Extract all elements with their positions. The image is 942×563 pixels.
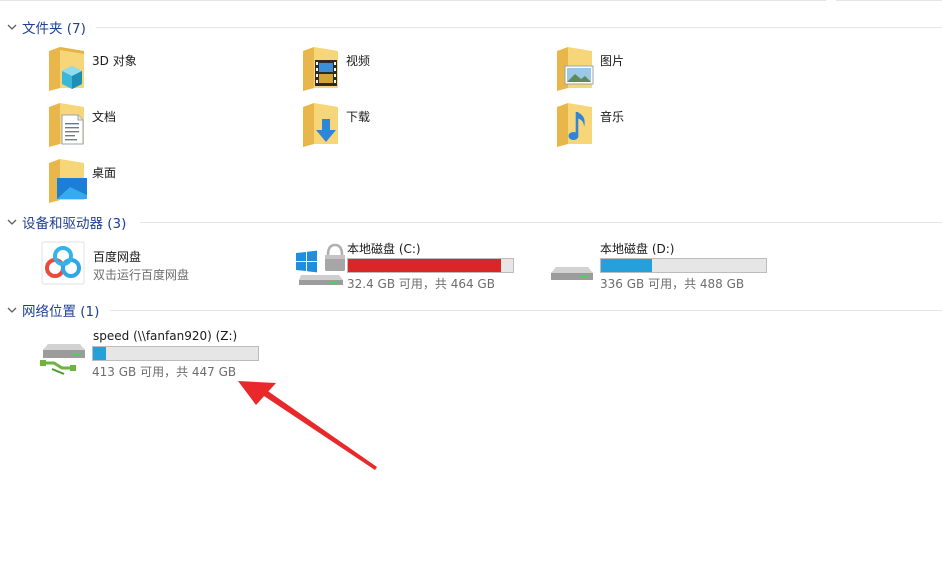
pictures-folder-icon <box>557 47 594 91</box>
chevron-down-icon <box>7 307 17 313</box>
drive-usage-fill <box>348 259 502 272</box>
network-drive-item-z[interactable]: speed (\\fanfan920) (Z:) 413 GB 可用，共 447… <box>40 326 270 379</box>
baidu-netdisk-icon <box>41 241 85 285</box>
section-divider <box>110 310 942 311</box>
chevron-down-icon <box>7 24 17 30</box>
chevron-down-icon <box>7 219 17 225</box>
folder-name: 桌面 <box>92 166 117 180</box>
folder-item-3d-objects[interactable]: 3D 对象 <box>46 46 246 96</box>
music-folder-icon <box>557 103 592 147</box>
documents-folder-icon <box>49 103 84 147</box>
drive-usage-bar <box>600 258 767 273</box>
device-item-baidu-netdisk[interactable]: 百度网盘 双击运行百度网盘 <box>40 238 260 288</box>
section-title: 网络位置 (1) <box>22 304 100 320</box>
drive-usage-bar <box>347 258 514 273</box>
section-header-devices[interactable]: 设备和驱动器 (3) <box>6 211 126 233</box>
drive-space-text: 32.4 GB 可用，共 464 GB <box>347 277 495 291</box>
folder-item-desktop[interactable]: 桌面 <box>46 158 246 208</box>
folder-item-downloads[interactable]: 下载 <box>300 102 500 152</box>
section-divider <box>96 27 942 28</box>
annotation-arrow-shaft <box>258 387 377 470</box>
drive-item-d[interactable]: 本地磁盘 (D:) 336 GB 可用，共 488 GB <box>548 238 778 291</box>
section-divider <box>140 222 942 223</box>
3d-objects-folder-icon <box>49 47 84 91</box>
top-divider-right <box>836 0 942 1</box>
drive-name: 本地磁盘 (D:) <box>600 242 675 256</box>
folder-name: 音乐 <box>600 110 625 124</box>
section-title: 设备和驱动器 (3) <box>22 216 127 232</box>
drive-space-text: 413 GB 可用，共 447 GB <box>92 365 237 379</box>
windows-system-drive-icon <box>296 243 345 285</box>
hard-drive-icon <box>551 267 593 280</box>
annotation-arrow-head <box>238 381 276 405</box>
drive-item-c[interactable]: 本地磁盘 (C:) 32.4 GB 可用，共 464 GB <box>295 238 525 291</box>
videos-folder-icon <box>303 47 338 91</box>
device-subtitle: 双击运行百度网盘 <box>93 268 190 282</box>
folder-name: 下载 <box>346 110 371 124</box>
folder-name: 3D 对象 <box>92 54 137 68</box>
downloads-folder-icon <box>303 103 338 147</box>
top-divider-left <box>0 0 826 1</box>
section-header-folders[interactable]: 文件夹 (7) <box>6 16 86 38</box>
drive-usage-fill <box>601 259 653 272</box>
folder-item-music[interactable]: 音乐 <box>554 102 754 152</box>
device-name: 百度网盘 <box>93 250 142 264</box>
folder-name: 文档 <box>92 110 117 124</box>
section-title: 文件夹 (7) <box>22 21 86 37</box>
folder-name: 视频 <box>346 54 371 68</box>
folder-item-documents[interactable]: 文档 <box>46 102 246 152</box>
drive-usage-bar <box>92 346 259 361</box>
network-drive-icon <box>40 344 85 375</box>
folder-name: 图片 <box>600 54 625 68</box>
desktop-folder-icon <box>49 159 87 203</box>
drive-space-text: 336 GB 可用，共 488 GB <box>600 277 745 291</box>
drive-name: 本地磁盘 (C:) <box>347 242 421 256</box>
drive-usage-fill <box>93 347 107 360</box>
folder-item-pictures[interactable]: 图片 <box>554 46 754 96</box>
drive-name: speed (\\fanfan920) (Z:) <box>93 329 238 343</box>
section-header-network[interactable]: 网络位置 (1) <box>6 299 99 321</box>
folder-item-videos[interactable]: 视频 <box>300 46 500 96</box>
